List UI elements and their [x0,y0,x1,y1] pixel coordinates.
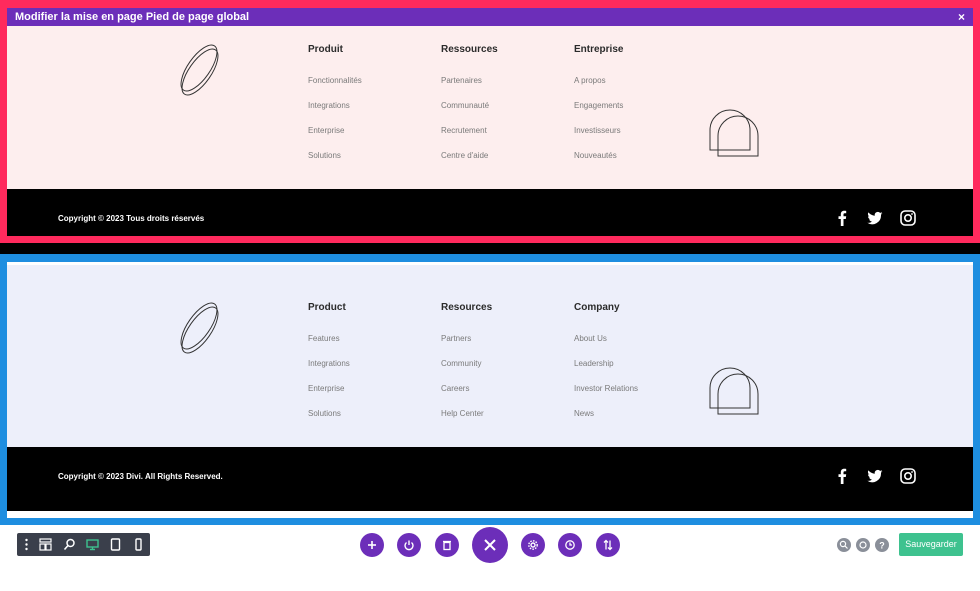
en-col1-link[interactable]: Integrations [308,359,350,368]
twitter-icon[interactable] [867,468,883,484]
facebook-icon[interactable] [834,210,850,226]
save-button[interactable]: Sauvegarder [899,533,963,556]
layout-icon[interactable] [38,537,53,552]
en-col1-heading: Product [308,302,346,313]
en-col1-link[interactable]: Solutions [308,409,341,418]
fr-col3-link[interactable]: Engagements [574,101,623,110]
history-icon [565,540,575,550]
fr-col2-link[interactable]: Partenaires [441,76,482,85]
trash-button[interactable] [435,533,459,557]
svg-text:?: ? [879,541,885,551]
en-col1-link[interactable]: Enterprise [308,384,344,393]
en-copyright: Copyright © 2023 Divi. All Rights Reserv… [58,472,223,481]
fr-col1-link[interactable]: Solutions [308,151,341,160]
en-col3-heading: Company [574,302,620,313]
close-icon[interactable]: × [958,8,965,26]
fr-footer-bottom [7,189,973,236]
en-bottom-gap [7,511,973,518]
gear-icon [528,540,538,550]
menu-dots-icon[interactable] [19,537,34,552]
plus-icon [368,541,376,549]
fr-col3-link[interactable]: Nouveautés [574,151,617,160]
instagram-icon[interactable] [900,468,916,484]
help-icon[interactable]: ? [875,538,889,552]
power-button[interactable] [397,533,421,557]
view-mode-toolbar [17,533,150,556]
en-col1-link[interactable]: Features [308,334,340,343]
en-col3-link[interactable]: About Us [574,334,607,343]
portability-icon[interactable] [856,538,870,552]
fr-col1-link[interactable]: Enterprise [308,126,344,135]
fr-col3-link[interactable]: Investisseurs [574,126,621,135]
en-col2-heading: Resources [441,302,493,313]
settings-button[interactable] [521,533,545,557]
fr-col1-link[interactable]: Integrations [308,101,350,110]
en-col3-link[interactable]: News [574,409,594,418]
close-builder-button[interactable] [472,527,508,563]
modal-title: Modifier la mise en page Pied de page gl… [15,11,250,23]
fr-col3-heading: Entreprise [574,44,624,55]
leaf-logo-icon [180,44,219,96]
en-col3-link[interactable]: Investor Relations [574,384,638,393]
fr-col2-link[interactable]: Communauté [441,101,489,110]
fr-col2-heading: Ressources [441,44,498,55]
desktop-icon[interactable] [85,537,100,552]
fr-col2-link[interactable]: Centre d'aide [441,151,488,160]
add-button[interactable] [360,533,384,557]
history-button[interactable] [558,533,582,557]
en-footer-top [7,265,973,447]
fr-copyright: Copyright © 2023 Tous droits réservés [58,214,205,223]
close-icon [484,539,496,551]
search-icon[interactable] [837,538,851,552]
fr-col2-link[interactable]: Recrutement [441,126,487,135]
fr-col3-link[interactable]: A propos [574,76,606,85]
zoom-icon[interactable] [62,537,77,552]
arch-logo-icon [709,367,759,415]
en-col2-link[interactable]: Careers [441,384,469,393]
en-col2-link[interactable]: Help Center [441,409,484,418]
sort-icon [603,539,613,551]
trash-icon [443,540,451,551]
en-col3-link[interactable]: Leadership [574,359,614,368]
leaf-logo-icon [180,302,219,354]
arch-logo-icon [709,109,759,157]
section-divider [0,243,980,254]
instagram-icon[interactable] [900,210,916,226]
power-icon [404,540,414,551]
phone-icon[interactable] [131,537,146,552]
portability-button[interactable] [596,533,620,557]
en-col2-link[interactable]: Partners [441,334,471,343]
modal-title-bar: Modifier la mise en page Pied de page gl… [7,8,973,26]
fr-col1-heading: Produit [308,44,343,55]
fr-col1-link[interactable]: Fonctionnalités [308,76,362,85]
en-col2-link[interactable]: Community [441,359,481,368]
facebook-icon[interactable] [834,468,850,484]
twitter-icon[interactable] [867,210,883,226]
tablet-icon[interactable] [108,537,123,552]
